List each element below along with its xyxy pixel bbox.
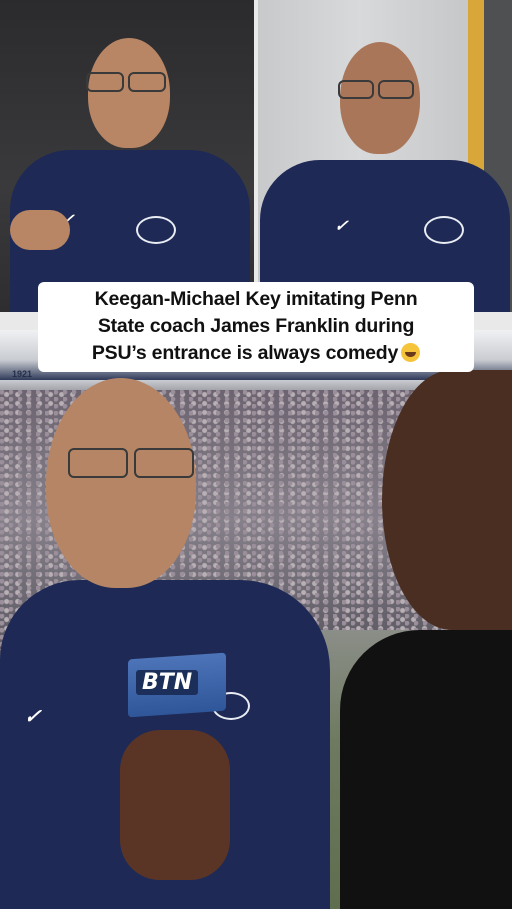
- interviewer-hand: [120, 730, 230, 880]
- caption-text: Keegan-Michael Key imitating Penn State …: [38, 286, 474, 367]
- btn-microphone-flag: BTN: [128, 652, 226, 718]
- top-right-photo: ✓: [258, 0, 512, 312]
- caption-box: Keegan-Michael Key imitating Penn State …: [38, 282, 474, 372]
- caption-line-2: State coach James Franklin during: [97, 315, 415, 337]
- rolling-laughing-emoji-icon: [401, 343, 421, 362]
- caption-line-1: Keegan-Michael Key imitating Penn: [94, 288, 418, 310]
- stadium-section-number: 1921: [12, 369, 33, 379]
- btn-logo-text: BTN: [136, 670, 199, 695]
- top-left-photo: ✓: [0, 0, 254, 312]
- caption-line-3: PSU’s entrance is always comedy: [38, 340, 474, 367]
- stadium-interview-photo: 1921 ✓: [0, 330, 512, 909]
